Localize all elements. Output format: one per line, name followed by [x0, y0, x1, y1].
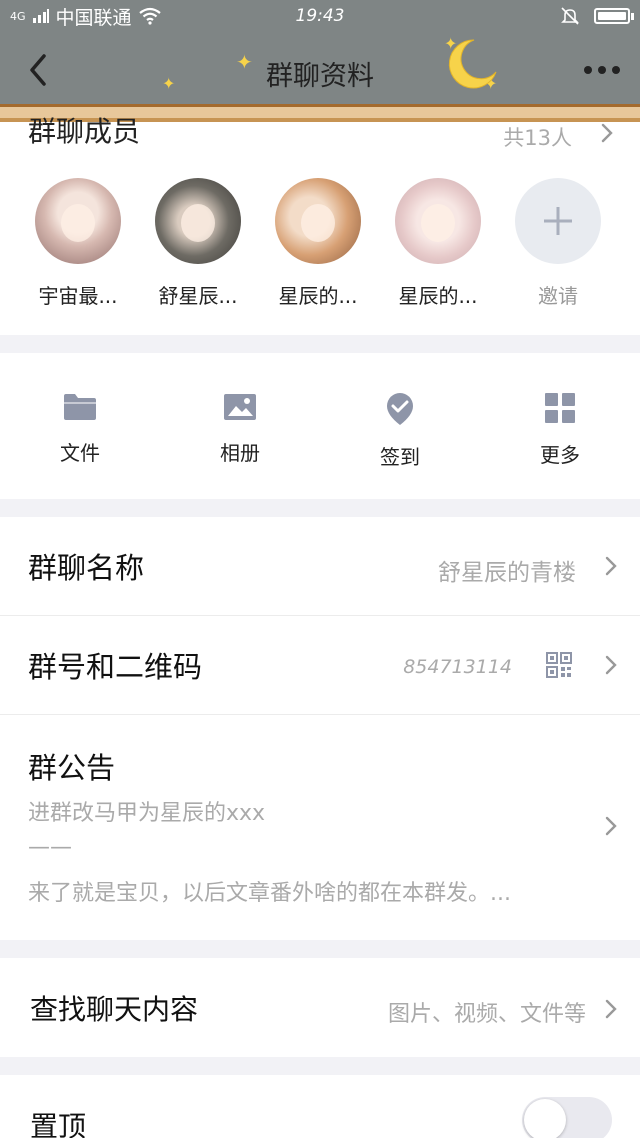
- sparkle-icon: ✦: [162, 74, 176, 93]
- member-item[interactable]: 宇宙最...: [18, 178, 138, 309]
- qr-code-icon: [546, 652, 572, 678]
- search-chat-hint: 图片、视频、文件等: [387, 1002, 586, 1027]
- more-options-icon[interactable]: [584, 66, 620, 74]
- avatar[interactable]: [275, 178, 361, 264]
- member-item[interactable]: 舒星辰...: [138, 178, 258, 309]
- actions-section: 文件 相册 签到 更多: [0, 353, 640, 499]
- chevron-right-icon: [605, 816, 617, 836]
- sparkle-icon: ✦: [236, 50, 253, 74]
- members-section: 群聊成员 共13人 宇宙最... 舒星辰... 星辰的... 星辰的... 邀请: [0, 115, 640, 335]
- toggle-knob: [524, 1099, 566, 1138]
- chevron-right-icon[interactable]: [600, 122, 614, 144]
- members-heading[interactable]: 群聊成员: [28, 110, 140, 150]
- files-label: 文件: [60, 441, 100, 465]
- avatar[interactable]: [35, 178, 121, 264]
- group-notice-row[interactable]: 群公告 进群改马甲为星辰的xxx —— 来了就是宝贝，以后文章番外啥的都在本群发…: [0, 715, 640, 940]
- notice-line: 进群改马甲为星辰的xxx: [28, 801, 266, 826]
- status-time: 19:43: [295, 6, 345, 26]
- pin-label: 置顶: [30, 1110, 87, 1138]
- page-title: 群聊资料: [266, 61, 374, 92]
- group-name-value: 舒星辰的青楼: [438, 560, 576, 586]
- album-button[interactable]: 相册: [160, 391, 320, 466]
- more-button[interactable]: 更多: [480, 391, 640, 468]
- member-name: 舒星辰...: [158, 284, 238, 308]
- status-bar: 4G 中国联通 19:43: [0, 0, 640, 32]
- invite-member-button[interactable]: 邀请: [498, 178, 618, 309]
- checkin-icon: [387, 393, 413, 425]
- search-chat-label: 查找聊天内容: [30, 993, 199, 1026]
- members-count[interactable]: 共13人: [503, 122, 572, 152]
- chevron-right-icon: [605, 655, 617, 675]
- navigation-bar: 群聊资料 ✦ ✦ ✦ ✦: [0, 32, 640, 106]
- member-item[interactable]: 星辰的...: [378, 178, 498, 309]
- group-id-label: 群号和二维码: [28, 650, 203, 684]
- avatar[interactable]: [155, 178, 241, 264]
- invite-label: 邀请: [538, 284, 578, 308]
- member-item[interactable]: 星辰的...: [258, 178, 378, 309]
- group-notice-label: 群公告: [28, 751, 116, 785]
- grid-icon: [545, 393, 575, 423]
- notice-line: ——: [28, 835, 72, 860]
- group-name-label: 群聊名称: [28, 551, 145, 585]
- image-icon: [224, 394, 256, 420]
- member-name: 星辰的...: [398, 284, 478, 308]
- pin-row: 置顶: [0, 1075, 640, 1138]
- checkin-button[interactable]: 签到: [320, 391, 480, 470]
- more-label: 更多: [540, 443, 580, 467]
- battery-icon: [594, 8, 634, 24]
- group-id-qr-row[interactable]: 群号和二维码 854713114: [0, 616, 640, 715]
- moon-icon: [448, 39, 497, 89]
- group-name-row[interactable]: 群聊名称 舒星辰的青楼: [0, 517, 640, 616]
- chevron-right-icon: [605, 556, 617, 576]
- checkin-label: 签到: [380, 445, 420, 469]
- plus-icon[interactable]: [515, 178, 601, 264]
- chevron-right-icon: [605, 999, 617, 1019]
- member-name: 宇宙最...: [38, 284, 118, 308]
- notice-line: 来了就是宝贝，以后文章番外啥的都在本群发。...: [28, 881, 511, 906]
- pin-toggle[interactable]: [522, 1097, 612, 1138]
- files-button[interactable]: 文件: [0, 391, 160, 466]
- group-id-value: 854713114: [403, 656, 512, 678]
- avatar[interactable]: [395, 178, 481, 264]
- member-name: 星辰的...: [278, 284, 358, 308]
- folder-icon: [64, 394, 96, 420]
- search-chat-row[interactable]: 查找聊天内容 图片、视频、文件等: [0, 958, 640, 1057]
- album-label: 相册: [220, 441, 260, 465]
